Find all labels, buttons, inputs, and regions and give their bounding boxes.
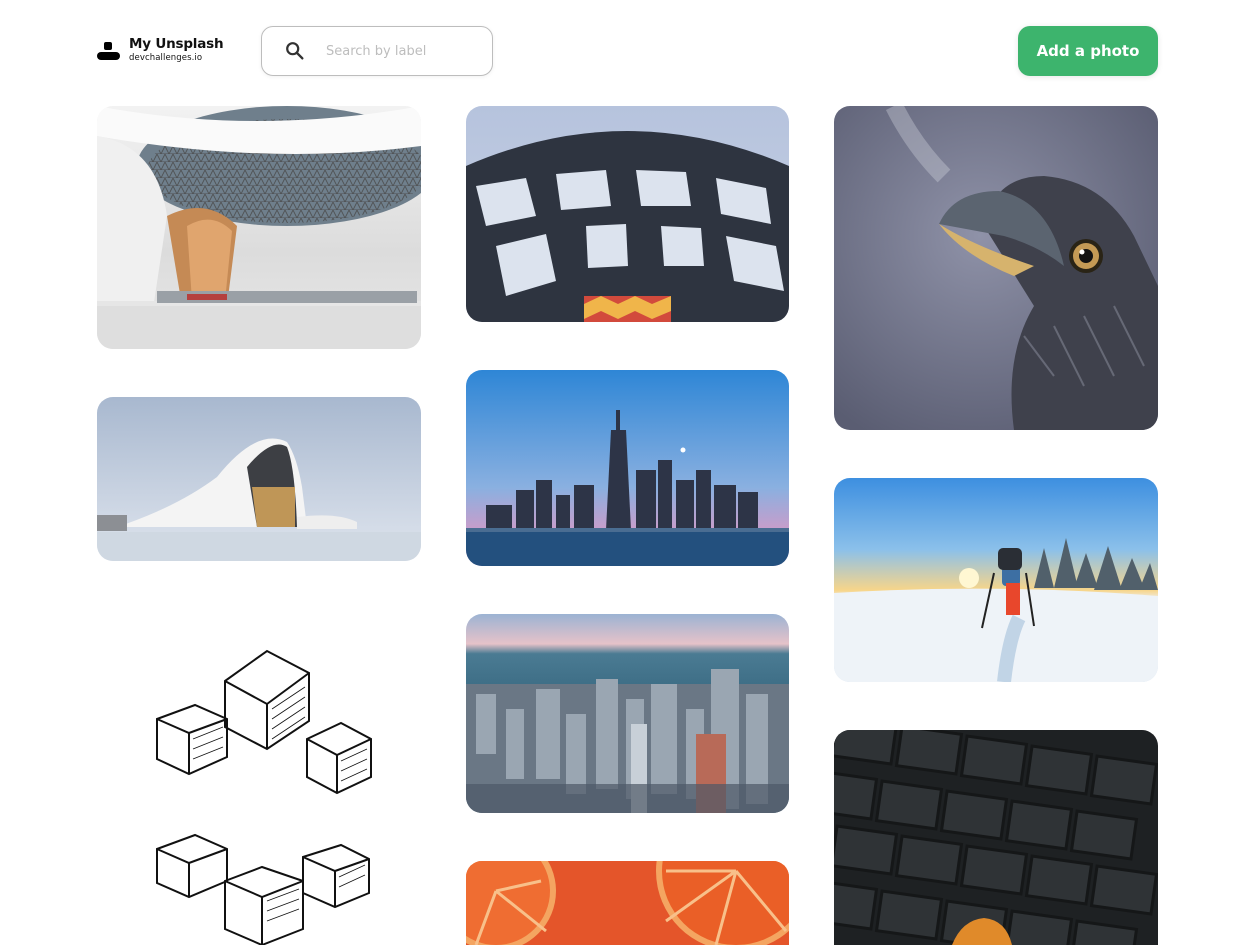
photo-aerial-city[interactable] <box>466 614 789 813</box>
search-input[interactable] <box>326 39 476 63</box>
photo-building-facade[interactable] <box>466 106 789 322</box>
photo-image <box>466 614 789 813</box>
search-box[interactable] <box>261 26 493 76</box>
photo-image <box>97 106 421 349</box>
logo-title: My Unsplash <box>129 35 224 52</box>
photo-image <box>466 106 789 322</box>
photo-city-skyline[interactable] <box>466 370 789 566</box>
logo[interactable]: My Unsplash devchallenges.io <box>97 35 224 63</box>
photo-image <box>834 478 1158 682</box>
photo-snow-hiker[interactable] <box>834 478 1158 682</box>
photo-eagle[interactable] <box>834 106 1158 430</box>
photo-image <box>97 397 421 561</box>
photo-curved-building[interactable] <box>97 397 421 561</box>
search-icon <box>286 42 304 60</box>
photo-airport-terminal[interactable] <box>97 106 421 349</box>
photo-image <box>97 609 421 945</box>
photo-image <box>834 106 1158 430</box>
photo-orange-slices[interactable] <box>466 861 789 945</box>
photo-image <box>834 730 1158 945</box>
user-logo-icon <box>97 38 120 62</box>
logo-text: My Unsplash devchallenges.io <box>129 35 224 63</box>
photo-image <box>466 861 789 945</box>
photo-image <box>466 370 789 566</box>
photo-leaf-pavement[interactable] <box>834 730 1158 945</box>
photo-sketched-cubes[interactable] <box>97 609 421 945</box>
logo-subtitle: devchallenges.io <box>129 53 203 63</box>
add-photo-button[interactable]: Add a photo <box>1018 26 1158 76</box>
